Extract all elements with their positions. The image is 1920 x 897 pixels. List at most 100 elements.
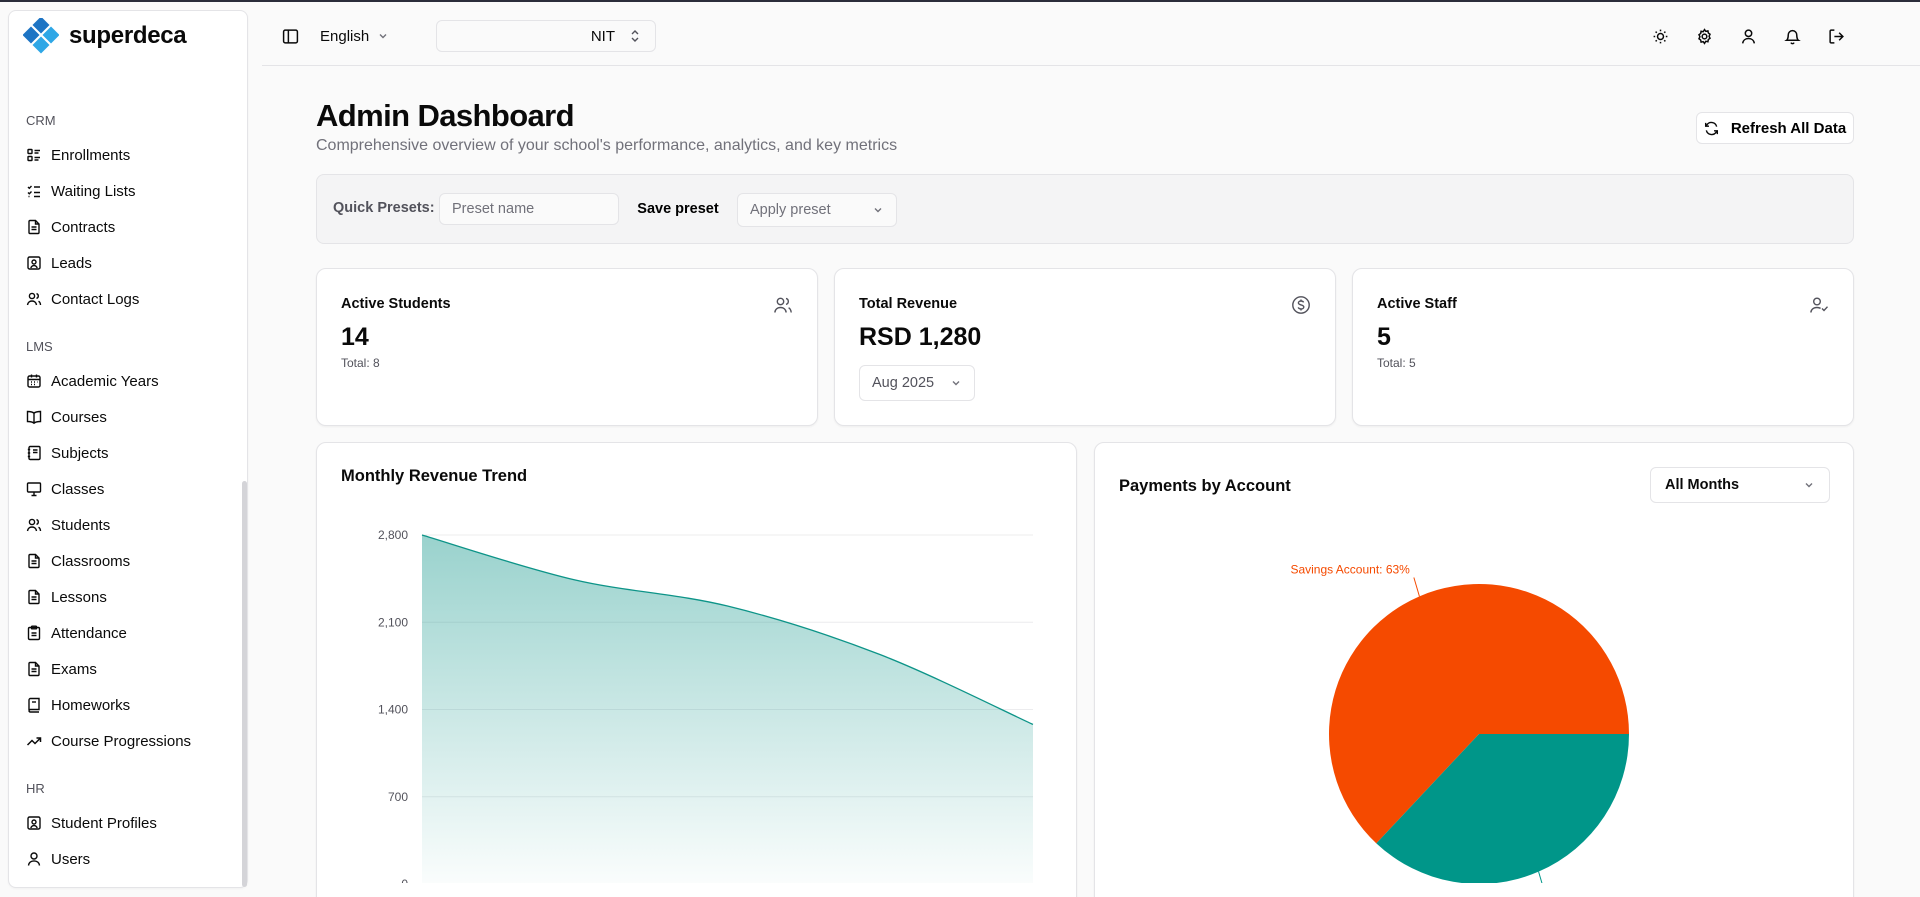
list-checks-icon	[27, 185, 40, 198]
superdeca-logo-icon	[23, 18, 59, 54]
monthly-revenue-chart: 2,800 2,100 1,400 700 0	[378, 528, 1034, 883]
stat-subtext: Total: 8	[341, 356, 380, 370]
quick-presets-bar: Quick Presets: Save preset Apply preset	[316, 174, 1854, 244]
sidebar-section-crm: CRM	[26, 113, 56, 128]
sidebar-item-label: Courses	[51, 408, 107, 426]
school-value: NIT	[590, 27, 615, 45]
sidebar-item-contracts[interactable]: Contracts	[9, 209, 247, 245]
sidebar-item-homeworks[interactable]: Homeworks	[9, 687, 247, 723]
presentation-icon	[26, 482, 42, 497]
stat-title: Total Revenue	[859, 296, 958, 312]
sidebar-item-waiting-lists[interactable]: Waiting Lists	[9, 173, 247, 209]
users-icon	[26, 292, 42, 306]
sidebar-item-label: Course Progressions	[51, 732, 192, 750]
sidebar-item-student-profiles[interactable]: Student Profiles	[9, 805, 247, 841]
page-subtitle: Comprehensive overview of your school's …	[316, 137, 898, 154]
user-check-icon	[1810, 297, 1829, 313]
stat-title: Active Students	[341, 296, 451, 312]
save-preset-button[interactable]: Save preset	[627, 193, 729, 225]
stat-value: RSD 1,280	[859, 323, 982, 351]
sidebar-item-label: Academic Years	[51, 372, 159, 390]
sidebar-item-contact-logs[interactable]: Contact Logs	[9, 281, 247, 317]
sidebar-item-exams[interactable]: Exams	[9, 651, 247, 687]
sidebar-item-label: Waiting Lists	[51, 182, 136, 200]
trending-up-icon	[26, 737, 42, 746]
y-tick-label: 2,800	[378, 528, 408, 542]
sidebar-item-label: Contracts	[51, 218, 116, 236]
book-icon	[28, 697, 40, 713]
sidebar-section-lms: LMS	[26, 339, 53, 354]
revenue-area	[422, 535, 1033, 883]
sidebar-item-students[interactable]: Students	[9, 507, 247, 543]
sidebar-item-attendance[interactable]: Attendance	[9, 615, 247, 651]
brand[interactable]: superdeca	[23, 18, 187, 54]
refresh-all-button[interactable]: Refresh All Data	[1696, 112, 1854, 144]
sidebar-toggle-button[interactable]	[274, 20, 306, 52]
y-tick-label: 1,400	[378, 703, 408, 717]
gear-icon	[1697, 27, 1711, 45]
sidebar-item-label: Attendance	[51, 624, 127, 642]
notebook-icon	[27, 445, 41, 461]
sidebar-item-label: Leads	[51, 254, 92, 272]
active-staff-card: Active Staff 5 Total: 5	[1352, 268, 1854, 426]
sidebar-scrollbar[interactable]	[242, 481, 247, 887]
book-open-icon	[26, 410, 42, 425]
sidebar-item-academic-years[interactable]: Academic Years	[9, 363, 247, 399]
y-tick-label: 700	[388, 790, 408, 804]
bell-icon	[1783, 29, 1801, 44]
sun-icon	[1653, 29, 1667, 43]
chevron-down-icon	[952, 381, 960, 386]
active-students-card: Active Students 14 Total: 8	[316, 268, 818, 426]
stat-subtext: Total: 5	[1377, 356, 1416, 370]
school-select[interactable]: NIT	[436, 20, 656, 52]
y-tick-label: 0	[401, 877, 408, 883]
file-text-icon	[28, 589, 40, 605]
log-out-icon	[1828, 28, 1844, 44]
sidebar-item-enrollments[interactable]: Enrollments	[9, 137, 247, 173]
pie-slice-label: Savings Account: 63%	[1290, 562, 1410, 576]
language-select[interactable]: English	[320, 20, 389, 52]
settings-button[interactable]	[1688, 20, 1720, 52]
sidebar-item-label: Exams	[51, 660, 97, 678]
contact-square-icon	[27, 816, 41, 830]
sidebar-item-lessons[interactable]: Lessons	[9, 579, 247, 615]
revenue-month-value: Aug 2025	[872, 375, 935, 391]
stat-title: Active Staff	[1377, 296, 1457, 312]
language-value: English	[320, 27, 370, 45]
theme-toggle-button[interactable]	[1644, 20, 1676, 52]
presets-label: Quick Presets:	[333, 200, 435, 216]
y-tick-label: 2,100	[378, 615, 408, 629]
profile-button[interactable]	[1732, 20, 1764, 52]
sidebar-item-label: Contact Logs	[51, 290, 140, 308]
file-text-icon	[28, 661, 40, 677]
preset-name-input[interactable]	[439, 193, 619, 225]
sidebar-item-label: Classes	[51, 480, 105, 498]
payments-pie-chart: Savings Account: 63%Main Account: 37%	[1290, 562, 1629, 883]
logout-button[interactable]	[1820, 20, 1852, 52]
sidebar-item-label: Students	[51, 516, 111, 534]
sidebar-item-label: Enrollments	[51, 146, 131, 164]
refresh-label: Refresh All Data	[1730, 119, 1847, 137]
revenue-month-select[interactable]: Aug 2025	[859, 365, 975, 401]
list-grid-icon	[27, 148, 40, 162]
window-top-border	[0, 0, 1920, 2]
sidebar-item-leads[interactable]: Leads	[9, 245, 247, 281]
monthly-revenue-card: Monthly Revenue Trend 2,800 2,100 1,400 700…	[316, 442, 1077, 897]
sidebar-nav: CRM Enrollments Waiting Lists Contracts …	[9, 105, 247, 877]
sidebar-item-classrooms[interactable]: Classrooms	[9, 543, 247, 579]
sidebar-item-label: Classrooms	[51, 552, 131, 570]
notifications-button[interactable]	[1776, 20, 1808, 52]
page-title: Admin Dashboard	[316, 98, 575, 133]
sidebar-item-users[interactable]: Users	[9, 841, 247, 877]
sidebar-item-course-progressions[interactable]: Course Progressions	[9, 723, 247, 759]
user-icon	[27, 852, 41, 866]
chevron-down-icon	[874, 208, 882, 213]
sidebar-item-subjects[interactable]: Subjects	[9, 435, 247, 471]
sidebar-item-label: Users	[51, 850, 91, 868]
sidebar-item-classes[interactable]: Classes	[9, 471, 247, 507]
sidebar-item-label: Homeworks	[51, 696, 131, 714]
apply-preset-select[interactable]: Apply preset	[737, 193, 897, 227]
file-text-icon	[28, 553, 40, 569]
sidebar-item-courses[interactable]: Courses	[9, 399, 247, 435]
chevrons-up-down-icon	[631, 30, 639, 42]
